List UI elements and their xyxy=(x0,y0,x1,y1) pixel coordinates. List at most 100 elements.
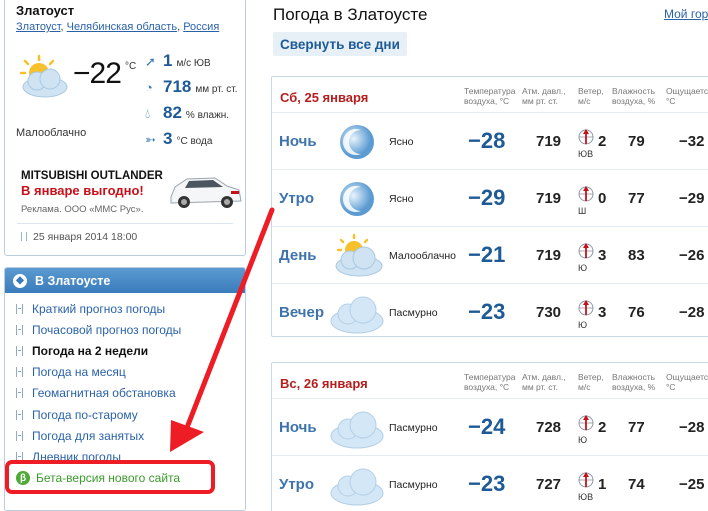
weather-description: Пасмурно xyxy=(389,422,438,434)
forecast-row: День Малооблачно −21 719 Ю 3 83 −26 xyxy=(272,227,708,284)
day-title[interactable]: Сб, 25 января xyxy=(280,90,368,105)
sun-cloud-icon xyxy=(19,54,68,98)
feels-like-value: −32 xyxy=(679,133,705,150)
forecast-row: Вечер Пасмурно −23 730 Ю 3 76 −28 xyxy=(272,284,708,341)
pressure-value: 719 xyxy=(536,247,562,264)
list-bullet-icon xyxy=(16,324,23,335)
humidity-value: 76 xyxy=(628,304,645,321)
wind-arrow-icon: ➚ xyxy=(145,54,156,69)
day-part: Ночь xyxy=(279,133,317,150)
col-header-temp: Температура воздуха, °С xyxy=(464,86,516,106)
sun-cloud-icon xyxy=(335,233,383,277)
day-part: Утро xyxy=(279,190,315,207)
pressure-gauge-icon: ◔ xyxy=(145,80,153,95)
ad-subtitle[interactable]: В январе выгодно! xyxy=(21,183,144,198)
list-bullet-icon xyxy=(16,430,23,441)
temperature-value: −29 xyxy=(468,185,506,210)
day-part: Утро xyxy=(279,476,315,493)
wind-value: 1 xyxy=(163,51,173,70)
col-header-pressure: Атм. давл., мм рт. ст. xyxy=(522,372,566,392)
humidity-drop-icon: 💧︎ xyxy=(145,106,151,121)
pressure-value: 727 xyxy=(536,476,562,493)
list-bullet-icon xyxy=(16,303,23,314)
wind-speed: 3 xyxy=(598,247,607,264)
forecast-row: Утро Пасмурно −23 727 ЮВ 1 74 −25 xyxy=(272,456,708,511)
pressure-value: 730 xyxy=(536,304,562,321)
location-pin-icon: ◆ xyxy=(13,273,27,288)
humidity-unit: % влажн. xyxy=(185,110,230,121)
breadcrumb-country-link[interactable]: Россия xyxy=(183,21,219,33)
ad-title[interactable]: MITSUBISHI OUTLANDER xyxy=(21,170,163,182)
nav-item-geomagnetic[interactable]: Геомагнитная обстановка xyxy=(5,383,245,404)
moon-clear-icon xyxy=(340,125,374,159)
day-part: День xyxy=(279,247,317,264)
nav-item-hourly-forecast[interactable]: Почасовой прогноз погоды xyxy=(5,319,245,340)
pressure-value: 718 xyxy=(163,77,192,96)
humidity-value: 77 xyxy=(628,190,645,207)
humidity-value: 77 xyxy=(628,419,645,436)
beta-highlight-frame xyxy=(5,460,215,494)
list-bullet-icon xyxy=(16,409,23,420)
temperature-value: −23 xyxy=(468,299,506,324)
nav-item-month[interactable]: Погода на месяц xyxy=(5,362,245,383)
wind-param: ➚ 1 м/с ЮВ xyxy=(145,51,211,71)
my-city-link[interactable]: Мой гор xyxy=(664,7,708,21)
cloud-icon xyxy=(330,468,384,506)
day-header: Сб, 25 января Температура воздуха, °С Атм… xyxy=(272,77,708,113)
wind-speed: 2 xyxy=(598,419,607,436)
temperature-value: −24 xyxy=(468,414,506,439)
car-image[interactable] xyxy=(165,167,245,215)
humidity-value: 82 xyxy=(163,103,182,122)
weather-description: Малооблачно xyxy=(389,250,457,262)
humidity-value: 74 xyxy=(628,476,645,493)
feels-like-value: −25 xyxy=(679,476,705,493)
pressure-unit: мм рт. ст. xyxy=(195,84,238,95)
feels-like-value: −26 xyxy=(679,247,705,264)
nav-item-short-forecast[interactable]: Краткий прогноз погоды xyxy=(5,298,245,319)
city-nav-title: В Златоусте xyxy=(35,273,111,288)
weather-description: Ясно xyxy=(389,136,414,148)
day-part: Ночь xyxy=(279,419,317,436)
feels-like-value: −29 xyxy=(679,190,705,207)
current-temperature-unit: °C xyxy=(125,61,137,72)
water-temp-value: 3 xyxy=(163,129,173,148)
water-temp-param: ➳ 3 °С вода xyxy=(145,129,212,149)
wind-direction: Ю xyxy=(578,320,588,330)
list-bullet-icon xyxy=(16,388,23,399)
col-header-humidity: Влажность воздуха, % xyxy=(612,372,656,392)
wind-speed: 3 xyxy=(598,304,607,321)
update-timestamp-text: 25 января 2014 18:00 xyxy=(33,231,138,243)
update-timestamp: 25 января 2014 18:00 xyxy=(21,231,137,243)
moon-clear-icon xyxy=(340,182,374,216)
day-header: Вс, 26 января Температура воздуха, °С Атм… xyxy=(272,363,708,399)
nav-item-busy[interactable]: Погода для занятых xyxy=(5,425,245,446)
humidity-value: 83 xyxy=(628,247,645,264)
water-temp-unit: °С вода xyxy=(176,136,213,147)
temperature-value: −28 xyxy=(468,128,506,153)
day-block-1: Сб, 25 января Температура воздуха, °С Атм… xyxy=(271,76,708,337)
breadcrumb-city-link[interactable]: Златоуст xyxy=(16,21,61,33)
city-name: Златоуст xyxy=(16,3,75,18)
nav-item-two-weeks[interactable]: Погода на 2 недели xyxy=(5,340,245,361)
wind-direction: Ю xyxy=(578,435,588,445)
humidity-value: 79 xyxy=(628,133,645,150)
list-bullet-icon xyxy=(16,345,23,356)
city-nav-header: ◆ В Златоусте xyxy=(5,268,245,293)
list-bullet-icon xyxy=(16,367,23,378)
pressure-param: ◔ 718 мм рт. ст. xyxy=(145,77,238,97)
current-temperature: −22 xyxy=(73,57,122,90)
nav-item-old-style[interactable]: Погода по-старому xyxy=(5,404,245,425)
breadcrumb-region-link[interactable]: Челябинская область xyxy=(67,21,177,33)
day-title[interactable]: Вс, 26 января xyxy=(280,376,368,391)
feels-like-value: −28 xyxy=(679,304,705,321)
col-header-wind: Ветер, м/с xyxy=(578,86,604,106)
col-header-wind: Ветер, м/с xyxy=(578,372,604,392)
weather-description: Пасмурно xyxy=(389,307,438,319)
temperature-value: −23 xyxy=(468,471,506,496)
cloud-icon xyxy=(330,411,384,449)
calendar-icon xyxy=(21,232,27,241)
col-header-feels: Ощущается°С xyxy=(666,86,708,106)
collapse-all-days-button[interactable]: Свернуть все дни xyxy=(273,32,407,56)
wind-speed: 1 xyxy=(598,476,607,493)
cloud-icon xyxy=(330,296,384,334)
